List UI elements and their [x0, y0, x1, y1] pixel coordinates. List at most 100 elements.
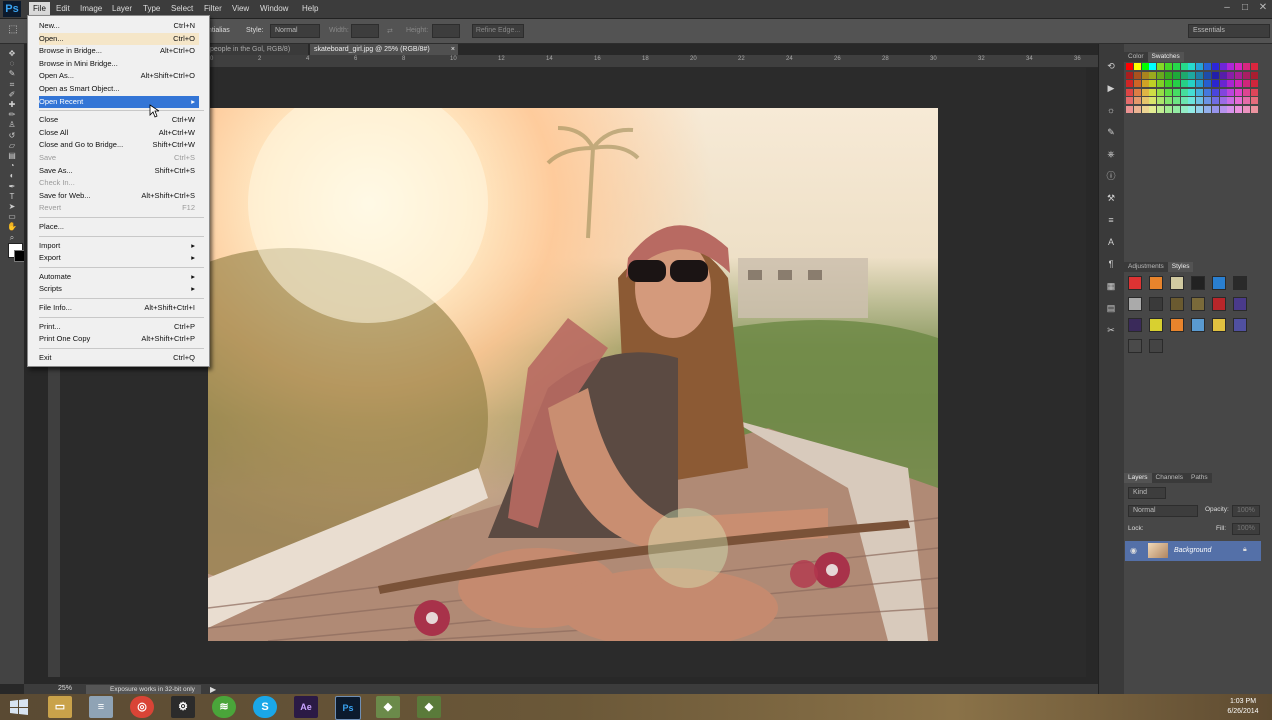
menu-image[interactable]: Image: [76, 2, 106, 16]
color-swatch[interactable]: [1235, 80, 1243, 87]
color-swatch[interactable]: [1219, 88, 1227, 96]
color-swatch[interactable]: [1211, 88, 1219, 96]
color-swatch[interactable]: [1227, 97, 1235, 104]
status-message[interactable]: Exposure works in 32-bit only: [86, 685, 201, 694]
color-swatch[interactable]: [1211, 80, 1219, 87]
color-swatch[interactable]: [1141, 71, 1149, 79]
color-swatch[interactable]: [1133, 88, 1141, 96]
workspace-select[interactable]: Essentials: [1188, 24, 1270, 38]
menu-window[interactable]: Window: [256, 2, 292, 16]
menu-help[interactable]: Help: [298, 2, 322, 16]
color-swatch[interactable]: [1188, 63, 1196, 70]
color-swatch[interactable]: [1219, 105, 1227, 113]
history-icon[interactable]: ⟲: [1105, 60, 1117, 72]
style-swatch[interactable]: [1191, 276, 1205, 290]
color-swatch[interactable]: [1188, 97, 1196, 104]
menu-item-print[interactable]: Print... Ctrl+P: [39, 321, 199, 333]
color-swatch[interactable]: [1172, 63, 1180, 70]
color-swatch[interactable]: [1133, 80, 1141, 87]
color-swatch[interactable]: [1165, 97, 1172, 104]
color-swatch[interactable]: [1196, 88, 1204, 96]
menu-item-close-and-go-to-bridge[interactable]: Close and Go to Bridge... Shift+Ctrl+W: [39, 139, 199, 151]
adjust-icon[interactable]: ☼: [1105, 104, 1117, 116]
color-swatch[interactable]: [1188, 80, 1196, 87]
color-swatch[interactable]: [1141, 63, 1149, 70]
color-swatch[interactable]: [1126, 105, 1133, 113]
color-swatch[interactable]: [1219, 71, 1227, 79]
color-swatch[interactable]: [1243, 97, 1250, 104]
color-swatch[interactable]: [1126, 88, 1133, 96]
color-swatch[interactable]: [1165, 71, 1172, 79]
menu-file[interactable]: File: [29, 2, 50, 16]
style-swatch[interactable]: [1233, 297, 1247, 311]
blend-mode-select[interactable]: Normal: [1128, 505, 1198, 517]
menu-item-close[interactable]: Close Ctrl+W: [39, 114, 199, 126]
tab-swatches[interactable]: Swatches: [1147, 52, 1184, 62]
spotify-icon[interactable]: ≋: [212, 696, 236, 718]
color-swatch[interactable]: [1157, 63, 1165, 70]
color-swatch[interactable]: [1250, 80, 1258, 87]
kind-filter-select[interactable]: Kind: [1128, 487, 1166, 499]
color-swatch[interactable]: [1172, 80, 1180, 87]
notes-icon[interactable]: ▤: [1105, 302, 1117, 314]
menu-type[interactable]: Type: [139, 2, 164, 16]
color-swatch[interactable]: [1157, 97, 1165, 104]
color-swatch[interactable]: [1165, 105, 1172, 113]
style-swatch[interactable]: [1128, 318, 1142, 332]
color-swatch[interactable]: [1180, 80, 1188, 87]
color-swatch[interactable]: [1219, 63, 1227, 70]
color-swatch[interactable]: [1227, 88, 1235, 96]
style-swatch[interactable]: [1149, 339, 1163, 353]
color-swatch[interactable]: [1165, 63, 1172, 70]
opacity-input[interactable]: 100%: [1232, 505, 1260, 517]
menu-item-export[interactable]: Export ▸: [39, 252, 199, 264]
menu-item-browse-in-bridge[interactable]: Browse in Bridge... Alt+Ctrl+O: [39, 45, 199, 57]
menu-item-open-as[interactable]: Open As... Alt+Shift+Ctrl+O: [39, 70, 199, 82]
tab-people-in-the-gol[interactable]: people in the Gol, RGB/8): [206, 44, 308, 55]
tab-skateboard-girl[interactable]: skateboard_girl.jpg @ 25% (RGB/8#) ×: [310, 44, 458, 55]
color-swatch[interactable]: [1149, 88, 1157, 96]
color-swatch[interactable]: [1219, 97, 1227, 104]
color-swatch[interactable]: [1235, 63, 1243, 70]
color-swatch[interactable]: [1141, 88, 1149, 96]
menu-layer[interactable]: Layer: [108, 2, 136, 16]
color-swatch[interactable]: [1243, 80, 1250, 87]
color-swatch[interactable]: [1235, 71, 1243, 79]
color-swatch[interactable]: [1180, 71, 1188, 79]
tab-paths[interactable]: Paths: [1186, 473, 1212, 483]
color-swatch[interactable]: [1219, 80, 1227, 87]
style-swatch[interactable]: [1128, 339, 1142, 353]
color-swatch[interactable]: [1180, 63, 1188, 70]
color-swatch[interactable]: [1204, 97, 1211, 104]
color-swatch[interactable]: [1188, 88, 1196, 96]
color-swatch[interactable]: [1204, 80, 1211, 87]
tab-styles[interactable]: Styles: [1167, 262, 1194, 272]
menu-item-exit[interactable]: Exit Ctrl+Q: [39, 352, 199, 364]
color-swatch[interactable]: [1188, 71, 1196, 79]
style-swatch[interactable]: [1212, 276, 1226, 290]
menu-item-open[interactable]: Open... Ctrl+O: [39, 32, 199, 45]
style-swatch[interactable]: [1149, 276, 1163, 290]
zoom-tool-icon[interactable]: ⌕: [5, 232, 19, 244]
color-swatch[interactable]: [1180, 88, 1188, 96]
color-swatch[interactable]: [1126, 63, 1133, 70]
color-swatch[interactable]: [1196, 63, 1204, 70]
color-swatch[interactable]: [1227, 63, 1235, 70]
windows-start-icon[interactable]: [8, 698, 30, 716]
color-swatch[interactable]: [1172, 88, 1180, 96]
color-swatch[interactable]: [1133, 63, 1141, 70]
color-swatch[interactable]: [1227, 71, 1235, 79]
color-swatch[interactable]: [1204, 63, 1211, 70]
style-swatch[interactable]: [1149, 318, 1163, 332]
file-explorer-icon[interactable]: ▭: [48, 696, 72, 718]
brush-settings-icon[interactable]: ✎: [1105, 126, 1117, 138]
color-swatch[interactable]: [1172, 105, 1180, 113]
paragraph-icon[interactable]: ¶: [1105, 258, 1117, 270]
tab-channels[interactable]: Channels: [1151, 473, 1187, 483]
menu-item-scripts[interactable]: Scripts ▸: [39, 283, 199, 295]
style-swatch[interactable]: [1212, 297, 1226, 311]
character-icon[interactable]: A: [1105, 236, 1117, 248]
color-swatch[interactable]: [1250, 63, 1258, 70]
swatches-grid[interactable]: [1126, 63, 1260, 117]
color-swatch[interactable]: [1133, 71, 1141, 79]
